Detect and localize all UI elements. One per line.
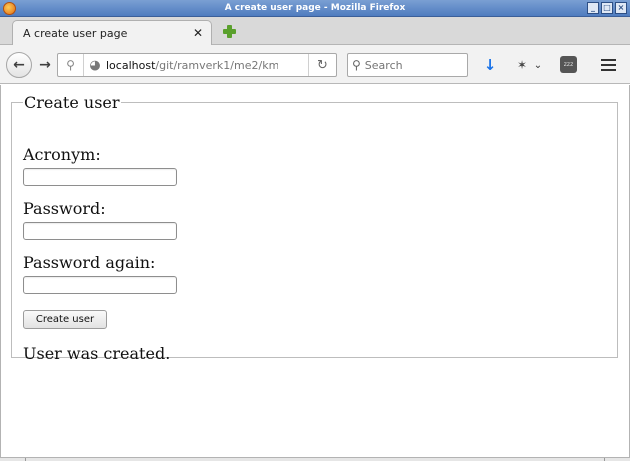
window-titlebar: A create user page - Mozilla Firefox _ □… xyxy=(0,0,630,17)
minimize-button[interactable]: _ xyxy=(587,2,599,14)
window-bottom-edge xyxy=(0,457,630,461)
window-border-left xyxy=(0,85,1,457)
url-host: localhost xyxy=(106,58,156,72)
firefox-icon xyxy=(3,2,16,15)
reload-icon[interactable]: ↻ xyxy=(308,54,336,76)
form-legend: Create user xyxy=(24,93,120,112)
forward-arrow-icon[interactable]: → xyxy=(33,53,57,77)
maximize-button[interactable]: □ xyxy=(601,2,613,14)
globe-icon[interactable]: ◕ xyxy=(84,54,106,76)
search-icon: ⚲ xyxy=(352,58,361,72)
password-input[interactable] xyxy=(23,222,177,240)
password-label: Password: xyxy=(23,199,106,218)
back-arrow-icon[interactable]: ← xyxy=(6,52,32,78)
url-text[interactable]: localhost/git/ramverk1/me2/kmc xyxy=(106,59,278,72)
navigation-toolbar: ← → ⚲ ◕ localhost/git/ramverk1/me2/kmc ↻… xyxy=(0,45,630,84)
close-tab-icon[interactable]: ✕ xyxy=(193,26,203,40)
search-bar[interactable]: ⚲ xyxy=(347,53,468,77)
window-title: A create user page - Mozilla Firefox xyxy=(224,3,406,13)
url-path: /git/ramverk1/me2/kmc xyxy=(155,58,278,72)
close-window-button[interactable]: × xyxy=(615,2,627,14)
tab-label: A create user page xyxy=(23,27,128,40)
addon-icon[interactable]: ✶ xyxy=(513,53,531,77)
url-bar[interactable]: ⚲ ◕ localhost/git/ramverk1/me2/kmc ↻ xyxy=(57,53,337,77)
search-input[interactable] xyxy=(364,58,455,72)
download-icon[interactable]: ↓ xyxy=(480,53,500,77)
chevron-down-icon[interactable]: ⌄ xyxy=(532,53,544,77)
window-controls: _ □ × xyxy=(587,2,627,14)
tab-strip: A create user page ✕ xyxy=(0,17,630,46)
new-tab-plus-icon[interactable] xyxy=(223,25,236,38)
password-again-input[interactable] xyxy=(23,276,177,294)
page-content: Create user Acronym: Password: Password … xyxy=(0,85,630,457)
tab-create-user-page[interactable]: A create user page ✕ xyxy=(12,20,212,46)
create-user-form: Create user Acronym: Password: Password … xyxy=(11,93,618,363)
hamburger-menu-icon[interactable] xyxy=(598,53,618,77)
key-icon[interactable]: ⚲ xyxy=(58,54,84,76)
extension-icon[interactable]: zzz xyxy=(560,56,577,73)
password-again-label: Password again: xyxy=(23,253,156,272)
status-message: User was created. xyxy=(23,344,171,363)
acronym-input[interactable] xyxy=(23,168,177,186)
create-user-button[interactable]: Create user xyxy=(23,310,107,329)
acronym-label: Acronym: xyxy=(23,145,101,164)
